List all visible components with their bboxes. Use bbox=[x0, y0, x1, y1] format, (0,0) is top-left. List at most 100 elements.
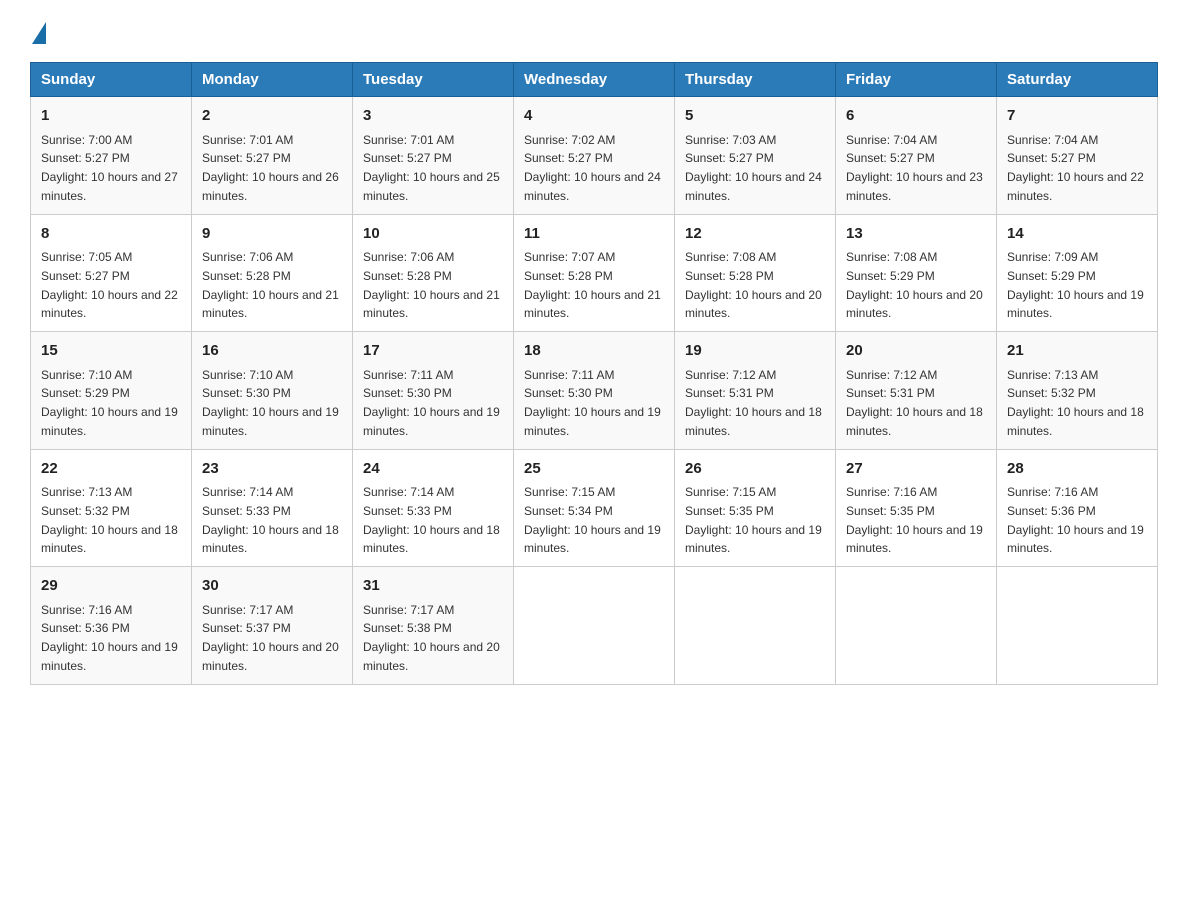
calendar-cell bbox=[675, 567, 836, 685]
day-number: 10 bbox=[363, 223, 503, 246]
day-number: 15 bbox=[41, 340, 181, 363]
day-info: Sunrise: 7:08 AMSunset: 5:29 PMDaylight:… bbox=[846, 250, 983, 320]
calendar-cell: 10 Sunrise: 7:06 AMSunset: 5:28 PMDayligh… bbox=[353, 214, 514, 332]
calendar-cell: 14 Sunrise: 7:09 AMSunset: 5:29 PMDayligh… bbox=[997, 214, 1158, 332]
calendar-cell: 22 Sunrise: 7:13 AMSunset: 5:32 PMDayligh… bbox=[31, 449, 192, 567]
calendar-cell: 9Sunrise: 7:06 AMSunset: 5:28 PMDaylight… bbox=[192, 214, 353, 332]
calendar-cell: 2Sunrise: 7:01 AMSunset: 5:27 PMDaylight… bbox=[192, 97, 353, 215]
calendar-cell: 5 Sunrise: 7:03 AMSunset: 5:27 PMDaylight… bbox=[675, 97, 836, 215]
header-saturday: Saturday bbox=[997, 63, 1158, 97]
calendar-table: SundayMondayTuesdayWednesdayThursdayFrid… bbox=[30, 62, 1158, 685]
day-number: 4 bbox=[524, 105, 664, 128]
calendar-cell: 4 Sunrise: 7:02 AMSunset: 5:27 PMDaylight… bbox=[514, 97, 675, 215]
day-info: Sunrise: 7:02 AMSunset: 5:27 PMDaylight:… bbox=[524, 133, 661, 203]
header-friday: Friday bbox=[836, 63, 997, 97]
day-info: Sunrise: 7:11 AMSunset: 5:30 PMDaylight:… bbox=[363, 368, 500, 438]
calendar-week-row: 15Sunrise: 7:10 AMSunset: 5:29 PMDayligh… bbox=[31, 332, 1158, 450]
day-info: Sunrise: 7:00 AMSunset: 5:27 PMDaylight:… bbox=[41, 133, 178, 203]
day-info: Sunrise: 7:01 AMSunset: 5:27 PMDaylight:… bbox=[363, 133, 500, 203]
header-wednesday: Wednesday bbox=[514, 63, 675, 97]
day-number: 3 bbox=[363, 105, 503, 128]
day-number: 6 bbox=[846, 105, 986, 128]
calendar-cell: 11Sunrise: 7:07 AMSunset: 5:28 PMDayligh… bbox=[514, 214, 675, 332]
day-number: 30 bbox=[202, 575, 342, 598]
calendar-cell: 23 Sunrise: 7:14 AMSunset: 5:33 PMDayligh… bbox=[192, 449, 353, 567]
day-number: 2 bbox=[202, 105, 342, 128]
day-info: Sunrise: 7:15 AMSunset: 5:35 PMDaylight:… bbox=[685, 485, 822, 555]
day-info: Sunrise: 7:10 AMSunset: 5:30 PMDaylight:… bbox=[202, 368, 339, 438]
calendar-week-row: 22 Sunrise: 7:13 AMSunset: 5:32 PMDayligh… bbox=[31, 449, 1158, 567]
day-info: Sunrise: 7:07 AMSunset: 5:28 PMDaylight:… bbox=[524, 250, 661, 320]
calendar-cell: 30 Sunrise: 7:17 AMSunset: 5:37 PMDayligh… bbox=[192, 567, 353, 685]
day-number: 20 bbox=[846, 340, 986, 363]
day-info: Sunrise: 7:08 AMSunset: 5:28 PMDaylight:… bbox=[685, 250, 822, 320]
day-info: Sunrise: 7:16 AMSunset: 5:36 PMDaylight:… bbox=[1007, 485, 1144, 555]
day-number: 8 bbox=[41, 223, 181, 246]
calendar-week-row: 8Sunrise: 7:05 AMSunset: 5:27 PMDaylight… bbox=[31, 214, 1158, 332]
day-info: Sunrise: 7:06 AMSunset: 5:28 PMDaylight:… bbox=[363, 250, 500, 320]
calendar-header-row: SundayMondayTuesdayWednesdayThursdayFrid… bbox=[31, 63, 1158, 97]
day-info: Sunrise: 7:14 AMSunset: 5:33 PMDaylight:… bbox=[202, 485, 339, 555]
day-info: Sunrise: 7:13 AMSunset: 5:32 PMDaylight:… bbox=[41, 485, 178, 555]
day-number: 22 bbox=[41, 458, 181, 481]
calendar-cell: 12Sunrise: 7:08 AMSunset: 5:28 PMDayligh… bbox=[675, 214, 836, 332]
day-info: Sunrise: 7:17 AMSunset: 5:38 PMDaylight:… bbox=[363, 603, 500, 673]
day-info: Sunrise: 7:17 AMSunset: 5:37 PMDaylight:… bbox=[202, 603, 339, 673]
day-info: Sunrise: 7:14 AMSunset: 5:33 PMDaylight:… bbox=[363, 485, 500, 555]
header-thursday: Thursday bbox=[675, 63, 836, 97]
day-number: 18 bbox=[524, 340, 664, 363]
day-number: 26 bbox=[685, 458, 825, 481]
day-number: 19 bbox=[685, 340, 825, 363]
day-number: 17 bbox=[363, 340, 503, 363]
day-info: Sunrise: 7:15 AMSunset: 5:34 PMDaylight:… bbox=[524, 485, 661, 555]
calendar-cell: 28 Sunrise: 7:16 AMSunset: 5:36 PMDayligh… bbox=[997, 449, 1158, 567]
day-number: 31 bbox=[363, 575, 503, 598]
day-number: 24 bbox=[363, 458, 503, 481]
calendar-cell: 8Sunrise: 7:05 AMSunset: 5:27 PMDaylight… bbox=[31, 214, 192, 332]
logo bbox=[30, 20, 46, 42]
calendar-week-row: 29 Sunrise: 7:16 AMSunset: 5:36 PMDayligh… bbox=[31, 567, 1158, 685]
day-info: Sunrise: 7:11 AMSunset: 5:30 PMDaylight:… bbox=[524, 368, 661, 438]
day-info: Sunrise: 7:12 AMSunset: 5:31 PMDaylight:… bbox=[846, 368, 983, 438]
calendar-cell: 16 Sunrise: 7:10 AMSunset: 5:30 PMDayligh… bbox=[192, 332, 353, 450]
calendar-cell: 18 Sunrise: 7:11 AMSunset: 5:30 PMDayligh… bbox=[514, 332, 675, 450]
day-info: Sunrise: 7:16 AMSunset: 5:35 PMDaylight:… bbox=[846, 485, 983, 555]
day-info: Sunrise: 7:16 AMSunset: 5:36 PMDaylight:… bbox=[41, 603, 178, 673]
page-header bbox=[30, 20, 1158, 42]
calendar-cell: 7Sunrise: 7:04 AMSunset: 5:27 PMDaylight… bbox=[997, 97, 1158, 215]
calendar-cell: 21 Sunrise: 7:13 AMSunset: 5:32 PMDayligh… bbox=[997, 332, 1158, 450]
day-number: 28 bbox=[1007, 458, 1147, 481]
day-number: 25 bbox=[524, 458, 664, 481]
calendar-cell: 26 Sunrise: 7:15 AMSunset: 5:35 PMDayligh… bbox=[675, 449, 836, 567]
day-number: 7 bbox=[1007, 105, 1147, 128]
day-number: 9 bbox=[202, 223, 342, 246]
header-monday: Monday bbox=[192, 63, 353, 97]
calendar-cell: 13 Sunrise: 7:08 AMSunset: 5:29 PMDayligh… bbox=[836, 214, 997, 332]
day-number: 29 bbox=[41, 575, 181, 598]
day-info: Sunrise: 7:13 AMSunset: 5:32 PMDaylight:… bbox=[1007, 368, 1144, 438]
calendar-week-row: 1 Sunrise: 7:00 AMSunset: 5:27 PMDaylight… bbox=[31, 97, 1158, 215]
day-info: Sunrise: 7:09 AMSunset: 5:29 PMDaylight:… bbox=[1007, 250, 1144, 320]
calendar-cell: 24 Sunrise: 7:14 AMSunset: 5:33 PMDayligh… bbox=[353, 449, 514, 567]
day-info: Sunrise: 7:03 AMSunset: 5:27 PMDaylight:… bbox=[685, 133, 822, 203]
calendar-cell: 19 Sunrise: 7:12 AMSunset: 5:31 PMDayligh… bbox=[675, 332, 836, 450]
day-number: 21 bbox=[1007, 340, 1147, 363]
calendar-cell: 25 Sunrise: 7:15 AMSunset: 5:34 PMDayligh… bbox=[514, 449, 675, 567]
calendar-cell: 15Sunrise: 7:10 AMSunset: 5:29 PMDayligh… bbox=[31, 332, 192, 450]
calendar-cell bbox=[997, 567, 1158, 685]
day-number: 14 bbox=[1007, 223, 1147, 246]
header-tuesday: Tuesday bbox=[353, 63, 514, 97]
header-sunday: Sunday bbox=[31, 63, 192, 97]
day-info: Sunrise: 7:12 AMSunset: 5:31 PMDaylight:… bbox=[685, 368, 822, 438]
calendar-cell: 31 Sunrise: 7:17 AMSunset: 5:38 PMDayligh… bbox=[353, 567, 514, 685]
calendar-cell: 29 Sunrise: 7:16 AMSunset: 5:36 PMDayligh… bbox=[31, 567, 192, 685]
calendar-cell: 27Sunrise: 7:16 AMSunset: 5:35 PMDayligh… bbox=[836, 449, 997, 567]
calendar-cell: 1 Sunrise: 7:00 AMSunset: 5:27 PMDaylight… bbox=[31, 97, 192, 215]
day-number: 23 bbox=[202, 458, 342, 481]
day-number: 16 bbox=[202, 340, 342, 363]
calendar-cell: 17 Sunrise: 7:11 AMSunset: 5:30 PMDayligh… bbox=[353, 332, 514, 450]
day-number: 13 bbox=[846, 223, 986, 246]
calendar-cell bbox=[836, 567, 997, 685]
day-number: 1 bbox=[41, 105, 181, 128]
day-number: 5 bbox=[685, 105, 825, 128]
